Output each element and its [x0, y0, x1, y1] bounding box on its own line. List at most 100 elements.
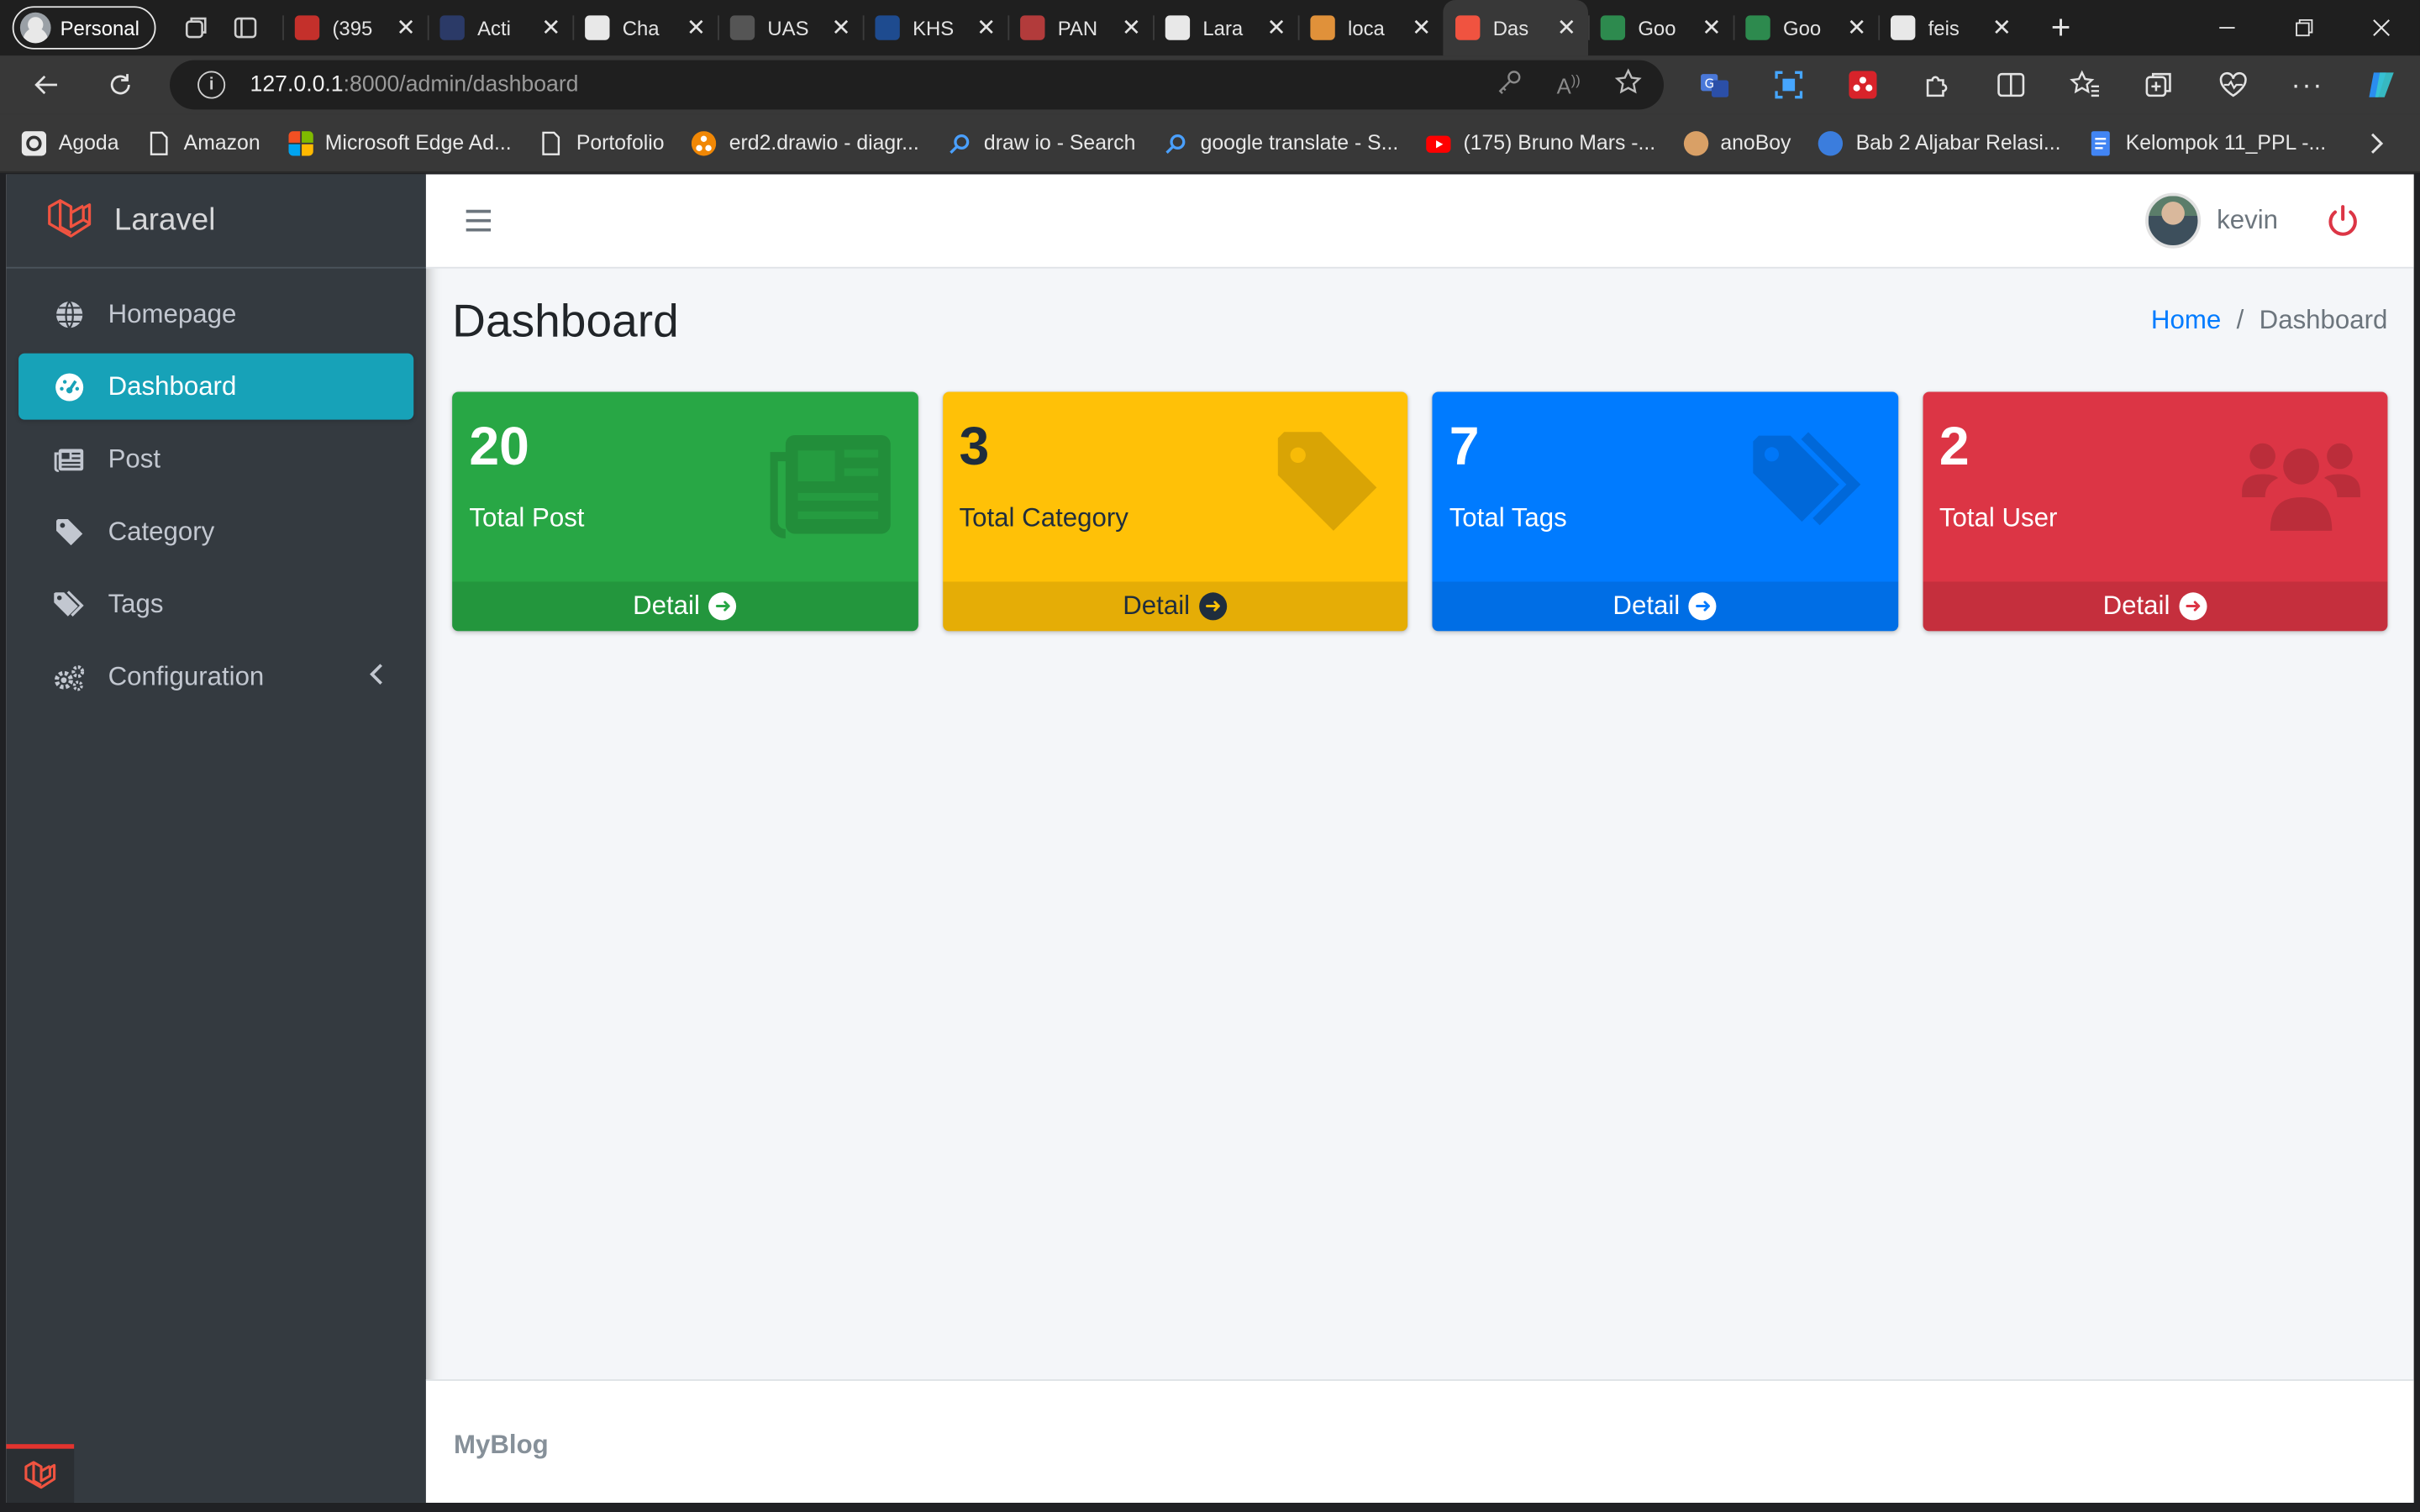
browser-tab[interactable]: UAS ✕	[718, 0, 864, 55]
bookmark-item[interactable]: Portofolio	[539, 130, 665, 155]
browser-tab[interactable]: (395 ✕	[282, 0, 429, 55]
close-tab-icon[interactable]: ✕	[1847, 14, 1866, 41]
browser-tab[interactable]: Goo ✕	[1588, 0, 1734, 55]
restore-button[interactable]	[2265, 0, 2343, 55]
close-tab-icon[interactable]: ✕	[541, 14, 560, 41]
sidebar-item-dashboard[interactable]: Dashboard	[18, 353, 414, 420]
bookmark-item[interactable]: anoBoy	[1683, 130, 1791, 155]
bookmark-item[interactable]: (175) Bruno Mars -...	[1426, 130, 1655, 155]
breadcrumb-home-link[interactable]: Home	[2151, 306, 2221, 337]
detail-label: Detail	[633, 591, 700, 621]
back-arrow-icon[interactable]	[18, 60, 74, 110]
globe-icon	[52, 297, 86, 331]
tab-title: KHS	[913, 16, 955, 39]
stat-value: 20	[469, 416, 529, 477]
chevron-right-icon[interactable]	[2368, 114, 2386, 173]
sidebar-item-post[interactable]: Post	[18, 426, 413, 492]
browser-tab[interactable]: Goo ✕	[1733, 0, 1879, 55]
browser-tab[interactable]: Lara ✕	[1153, 0, 1299, 55]
close-window-button[interactable]	[2343, 0, 2420, 55]
close-tab-icon[interactable]: ✕	[1992, 14, 2012, 41]
collections-icon[interactable]	[2142, 68, 2175, 102]
split-screen-icon[interactable]	[1994, 68, 2028, 102]
bookmark-item[interactable]: Bab 2 Aljabar Relasi...	[1818, 130, 2061, 155]
profile-button[interactable]: Personal	[12, 6, 157, 50]
copilot-icon[interactable]	[2365, 68, 2398, 102]
sidebar-item-tags[interactable]: Tags	[18, 571, 413, 638]
detail-link[interactable]: Detail ➜	[1432, 581, 1898, 632]
favorite-star-icon[interactable]	[1614, 67, 1642, 102]
tab-title: Acti	[477, 16, 511, 39]
more-menu-icon[interactable]: ···	[2291, 68, 2324, 102]
new-tab-button[interactable]: +	[2033, 6, 2089, 49]
bookmark-item[interactable]: Kelompok 11_PPL -...	[2089, 130, 2326, 155]
browser-tab[interactable]: loca ✕	[1298, 0, 1444, 55]
browser-tab[interactable]: Das ✕	[1443, 0, 1589, 56]
mendeley-extension-icon[interactable]	[1846, 68, 1880, 102]
power-logout-icon[interactable]	[2324, 202, 2361, 239]
browser-tab[interactable]: Cha ✕	[573, 0, 718, 55]
close-tab-icon[interactable]: ✕	[1122, 14, 1141, 41]
chevron-left-icon	[370, 664, 382, 685]
read-aloud-icon[interactable]: A))	[1557, 72, 1581, 98]
detail-label: Detail	[2102, 591, 2170, 621]
bookmark-item[interactable]: google translate - S...	[1164, 130, 1398, 155]
browser-tab[interactable]: feis ✕	[1878, 0, 2024, 55]
bookmark-item[interactable]: Microsoft Edge Ad...	[287, 130, 512, 155]
detail-link[interactable]: Detail ➜	[452, 581, 918, 632]
workspaces-icon[interactable]	[171, 6, 221, 49]
screenshot-extension-icon[interactable]	[1772, 68, 1806, 102]
sidebar-item-category[interactable]: Category	[18, 498, 413, 564]
close-tab-icon[interactable]: ✕	[1557, 14, 1576, 41]
browser-tab[interactable]: PAN ✕	[1007, 0, 1154, 55]
microsoft-icon	[287, 130, 313, 155]
bookmark-item[interactable]: Amazon	[147, 130, 260, 155]
close-tab-icon[interactable]: ✕	[1412, 14, 1431, 41]
close-tab-icon[interactable]: ✕	[1266, 14, 1286, 41]
browser-essentials-icon[interactable]	[2217, 68, 2250, 102]
bookmark-label: Bab 2 Aljabar Relasi...	[1855, 131, 2061, 155]
tab-favicon-icon	[1601, 15, 1626, 40]
cogs-icon	[52, 659, 86, 693]
search-icon	[949, 134, 969, 154]
stat-card: 2 Total User Detail ➜	[1922, 391, 2388, 632]
brand-link[interactable]: Laravel	[6, 175, 426, 269]
browser-tab[interactable]: KHS ✕	[863, 0, 1008, 55]
bookmark-item[interactable]: Agoda	[21, 130, 119, 155]
user-menu[interactable]: kevin	[2145, 190, 2278, 251]
tab-actions-icon[interactable]	[221, 6, 271, 49]
tab-title: Lara	[1202, 16, 1244, 39]
detail-link[interactable]: Detail ➜	[1922, 581, 2388, 632]
sidebar-item-homepage[interactable]: Homepage	[18, 281, 413, 347]
tags-icon	[52, 587, 86, 621]
tab-favicon-icon	[1745, 15, 1771, 40]
profile-avatar-icon	[19, 12, 51, 44]
translate-extension-icon[interactable]: G	[1697, 68, 1731, 102]
browser-tab-strip: Personal (395 ✕ Acti ✕ Cha ✕ UAS ✕ KHS ✕…	[0, 0, 2420, 56]
close-tab-icon[interactable]: ✕	[687, 14, 706, 41]
address-bar[interactable]: i 127.0.0.1:8000/admin/dashboard A))	[170, 60, 1664, 110]
tag-icon	[52, 515, 86, 549]
hamburger-menu-icon[interactable]	[463, 205, 494, 236]
password-key-icon[interactable]	[1495, 67, 1523, 102]
bookmark-label: Portofolio	[576, 131, 665, 155]
bookmark-item[interactable]: draw io - Search	[947, 130, 1135, 155]
close-tab-icon[interactable]: ✕	[1702, 14, 1721, 41]
tab-favicon-icon	[295, 15, 320, 40]
close-tab-icon[interactable]: ✕	[832, 14, 851, 41]
minimize-button[interactable]	[2188, 0, 2265, 55]
bookmark-label: Amazon	[183, 131, 260, 155]
detail-link[interactable]: Detail ➜	[942, 581, 1408, 632]
site-info-icon[interactable]: i	[197, 71, 226, 99]
tab-favicon-icon	[875, 15, 901, 40]
favorites-icon[interactable]	[2068, 68, 2102, 102]
close-tab-icon[interactable]: ✕	[976, 14, 996, 41]
avatar	[2145, 192, 2202, 249]
puzzle-extensions-icon[interactable]	[1920, 68, 1954, 102]
bookmark-item[interactable]: erd2.drawio - diagr...	[692, 130, 919, 155]
profile-label: Personal	[60, 16, 139, 39]
refresh-icon[interactable]	[92, 60, 148, 110]
sidebar-item-configuration[interactable]: Configuration	[18, 643, 413, 710]
close-tab-icon[interactable]: ✕	[397, 14, 416, 41]
browser-tab[interactable]: Acti ✕	[428, 0, 573, 55]
